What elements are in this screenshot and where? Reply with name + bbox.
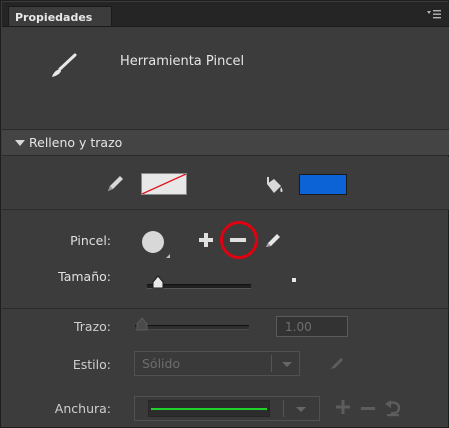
- stroke-label: Trazo:: [73, 319, 111, 334]
- width-profile-preview: [148, 400, 270, 417]
- brush-shape-dropdown-indicator[interactable]: [166, 254, 170, 258]
- style-selected-value: Sólido: [142, 356, 181, 371]
- dropdown-separator: [283, 400, 284, 417]
- remove-brush-button[interactable]: [230, 238, 246, 242]
- stroke-color-swatch[interactable]: [141, 173, 187, 195]
- size-preview-dot: [292, 278, 296, 282]
- width-profile-dropdown[interactable]: [134, 396, 320, 421]
- chevron-down-icon[interactable]: [296, 407, 306, 412]
- style-label: Estilo:: [72, 357, 111, 372]
- section-label: Relleno y trazo: [29, 135, 123, 150]
- tool-header: Herramienta Pincel: [2, 27, 449, 129]
- tab-propiedades[interactable]: Propiedades: [8, 6, 112, 26]
- tool-name: Herramienta Pincel: [120, 54, 245, 69]
- stroke-slider-track[interactable]: [135, 325, 249, 330]
- brush-label: Pincel:: [70, 233, 111, 248]
- dropdown-separator: [271, 355, 272, 372]
- panel-tab-bar: Propiedades: [2, 2, 449, 27]
- size-label: Tamaño:: [58, 269, 111, 284]
- pencil-icon: [104, 173, 126, 195]
- add-width-profile-button[interactable]: [336, 400, 350, 414]
- stroke-slider-thumb[interactable]: [135, 317, 149, 331]
- remove-width-profile-button[interactable]: [361, 407, 375, 410]
- style-dropdown[interactable]: Sólido: [134, 351, 300, 376]
- width-profile-line: [151, 408, 267, 410]
- divider: [2, 308, 449, 309]
- section-header-relleno-y-trazo[interactable]: Relleno y trazo: [2, 129, 449, 156]
- size-slider-thumb[interactable]: [151, 275, 165, 289]
- chevron-down-icon[interactable]: [15, 140, 25, 146]
- paint-bucket-icon: [263, 175, 285, 197]
- chevron-down-icon[interactable]: [282, 362, 292, 367]
- reset-width-profile-icon[interactable]: [383, 398, 403, 418]
- stroke-value-field[interactable]: 1.00: [276, 316, 348, 337]
- edit-style-pencil-icon[interactable]: [328, 356, 346, 372]
- width-label: Anchura:: [54, 401, 111, 416]
- brush-icon: [48, 53, 78, 79]
- edit-brush-pencil-icon[interactable]: [263, 232, 283, 250]
- properties-panel: Propiedades Herramienta Pincel Relleno y…: [0, 0, 449, 428]
- brush-shape-preview[interactable]: [142, 231, 164, 253]
- add-brush-button[interactable]: [198, 232, 214, 248]
- panel-menu-icon[interactable]: [427, 8, 441, 20]
- stroke-fill-row: [2, 157, 449, 210]
- fill-color-swatch[interactable]: [299, 174, 347, 195]
